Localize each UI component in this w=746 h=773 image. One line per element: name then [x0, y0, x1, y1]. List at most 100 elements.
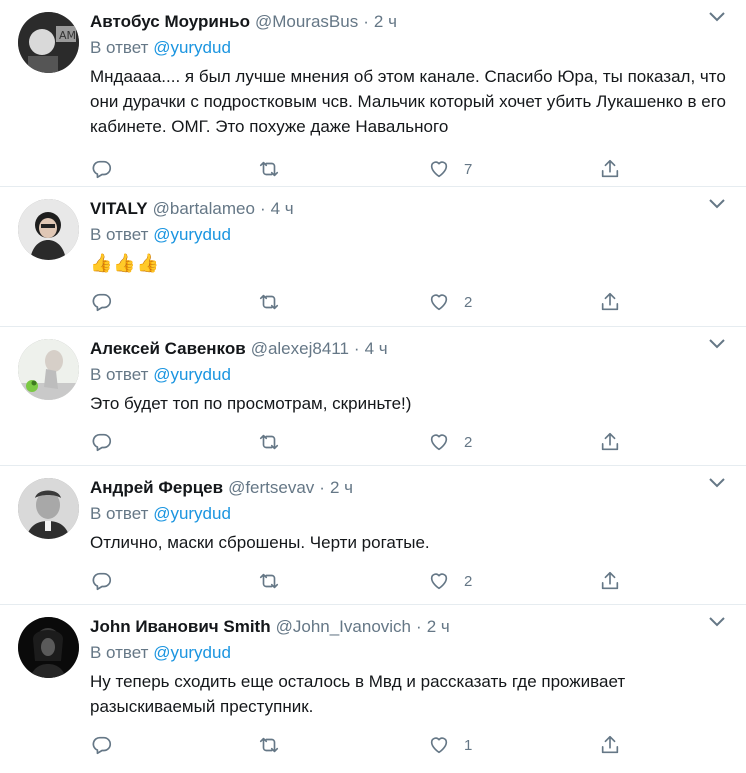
like-count: 2 [464, 572, 473, 590]
reply-icon [92, 293, 112, 312]
separator-dot: · [363, 12, 369, 31]
reply-icon [92, 160, 112, 179]
share-button[interactable] [599, 291, 621, 313]
author-name[interactable]: Андрей Ферцев [90, 476, 223, 500]
reply-context: В ответ @yurydud [90, 36, 730, 60]
svg-text:AM: AM [59, 29, 76, 42]
author-name[interactable]: Автобус Моуриньо [90, 10, 250, 34]
like-count: 7 [464, 160, 473, 178]
tweet-text: Отлично, маски сброшены. Черти рогатые. [90, 533, 430, 552]
reply-button[interactable] [91, 734, 113, 756]
chevron-down-icon[interactable] [708, 197, 726, 211]
reply-button[interactable] [91, 158, 113, 180]
author-handle[interactable]: @fertsevav [228, 476, 314, 500]
like-button[interactable]: 2 [428, 431, 472, 453]
tweet[interactable]: John Иванович Smith @John_Ivanovich · 2 … [0, 605, 746, 769]
retweet-icon [259, 573, 279, 589]
reply-prefix: В ответ [90, 365, 149, 384]
reply-icon [92, 572, 112, 591]
chevron-down-icon[interactable] [708, 615, 726, 629]
tweet-text: Ну теперь сходить еще осталось в Мвд и р… [90, 672, 626, 716]
reply-button[interactable] [91, 291, 113, 313]
share-button[interactable] [599, 431, 621, 453]
heart-icon [430, 434, 448, 451]
timestamp[interactable]: 2 ч [330, 476, 353, 500]
tweet-text: Мндаааа.... я был лучше мнения об этом к… [90, 67, 726, 136]
author-name[interactable]: Алексей Савенков [90, 337, 246, 361]
timestamp[interactable]: 4 ч [271, 197, 294, 221]
reply-prefix: В ответ [90, 38, 149, 57]
retweet-button[interactable] [258, 431, 280, 453]
author-handle[interactable]: @bartalameo [153, 197, 255, 221]
retweet-button[interactable] [258, 734, 280, 756]
reply-button[interactable] [91, 431, 113, 453]
mention-link[interactable]: @yurydud [153, 225, 231, 244]
tweet[interactable]: Алексей Савенков @alexej8411 · 4 ч В отв… [0, 327, 746, 466]
share-icon [601, 571, 619, 590]
tweet[interactable]: AM Автобус Моуриньо @MourasBus · 2 ч В о… [0, 0, 746, 187]
timestamp[interactable]: 2 ч [374, 10, 397, 34]
mention-link[interactable]: @yurydud [153, 38, 231, 57]
retweet-icon [259, 294, 279, 310]
author-handle[interactable]: @MourasBus [255, 10, 358, 34]
mention-link[interactable]: @yurydud [153, 365, 231, 384]
author-name[interactable]: John Иванович Smith [90, 615, 271, 639]
separator-dot: · [319, 478, 325, 497]
separator-dot: · [416, 617, 422, 636]
avatar[interactable] [18, 199, 79, 260]
reply-prefix: В ответ [90, 225, 149, 244]
timestamp[interactable]: 4 ч [365, 337, 388, 361]
share-button[interactable] [599, 734, 621, 756]
share-button[interactable] [599, 570, 621, 592]
reply-prefix: В ответ [90, 643, 149, 662]
avatar[interactable] [18, 617, 79, 678]
like-button[interactable]: 1 [428, 734, 472, 756]
like-count: 1 [464, 736, 473, 754]
reply-feed: AM Автобус Моуриньо @MourasBus · 2 ч В о… [0, 0, 746, 769]
heart-icon [430, 573, 448, 590]
like-button[interactable]: 7 [428, 158, 472, 180]
tweet[interactable]: Андрей Ферцев @fertsevav · 2 ч В ответ @… [0, 466, 746, 605]
retweet-icon [259, 737, 279, 753]
separator-dot: · [353, 339, 360, 358]
share-button[interactable] [599, 158, 621, 180]
mention-link[interactable]: @yurydud [153, 504, 231, 523]
like-button[interactable]: 2 [428, 570, 472, 592]
retweet-button[interactable] [258, 158, 280, 180]
action-bar: 2 [90, 557, 730, 609]
heart-icon [430, 737, 448, 754]
author-handle[interactable]: @alexej8411 [251, 337, 349, 361]
reply-button[interactable] [91, 570, 113, 592]
avatar[interactable]: AM [18, 12, 79, 73]
retweet-button[interactable] [258, 570, 280, 592]
reply-context: В ответ @yurydud [90, 363, 730, 387]
author-name[interactable]: VITALY [90, 197, 148, 221]
like-button[interactable]: 2 [428, 291, 472, 313]
separator-dot: · [259, 199, 266, 218]
reply-icon [92, 736, 112, 755]
reply-context: В ответ @yurydud [90, 641, 730, 665]
share-icon [601, 159, 619, 178]
tweet-text: 👍👍👍 [90, 253, 161, 273]
tweet[interactable]: VITALY @bartalameo · 4 ч В ответ @yurydu… [0, 187, 746, 327]
share-icon [601, 735, 619, 754]
avatar[interactable] [18, 478, 79, 539]
reply-context: В ответ @yurydud [90, 223, 730, 247]
heart-icon [430, 294, 448, 311]
avatar[interactable] [18, 339, 79, 400]
heart-icon [430, 161, 448, 178]
retweet-icon [259, 161, 279, 177]
tweet-text: Это будет топ по просмотрам, скриньте!) [90, 394, 412, 413]
action-bar: 2 [90, 278, 730, 330]
chevron-down-icon[interactable] [708, 10, 726, 24]
mention-link[interactable]: @yurydud [153, 643, 231, 662]
chevron-down-icon[interactable] [708, 476, 726, 490]
action-bar: 1 [90, 721, 730, 773]
chevron-down-icon[interactable] [708, 337, 726, 351]
author-handle[interactable]: @John_Ivanovich [276, 615, 411, 639]
reply-icon [92, 433, 112, 452]
action-bar: 2 [90, 418, 730, 470]
timestamp[interactable]: 2 ч [427, 615, 450, 639]
retweet-icon [259, 434, 279, 450]
retweet-button[interactable] [258, 291, 280, 313]
